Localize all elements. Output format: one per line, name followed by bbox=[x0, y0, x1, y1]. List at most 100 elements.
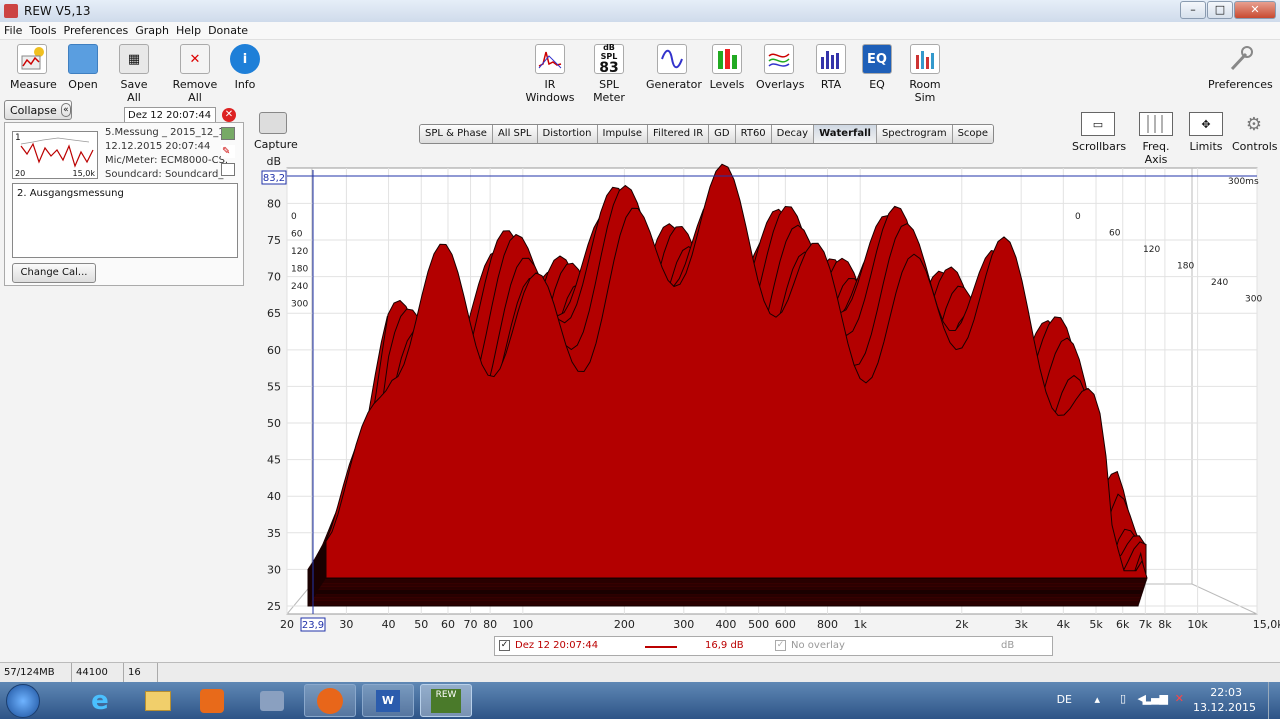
overlay-checkbox[interactable]: ✓ bbox=[775, 640, 786, 651]
calibration-icon[interactable] bbox=[221, 127, 235, 140]
waterfall-slice-27 bbox=[307, 401, 1139, 607]
tab-distortion[interactable]: Distortion bbox=[537, 125, 598, 143]
open-button[interactable]: Open bbox=[66, 44, 100, 91]
x-tick-label-10: 400 bbox=[715, 618, 736, 631]
start-button[interactable] bbox=[6, 684, 40, 718]
freq-axis-button[interactable]: Freq. Axis bbox=[1130, 112, 1182, 166]
maximize-button[interactable]: □ bbox=[1207, 1, 1233, 19]
limits-button[interactable]: ✥ Limits bbox=[1188, 112, 1224, 153]
x-tick-label-20: 7k bbox=[1139, 618, 1153, 631]
tray-alert-icon[interactable]: ✕ bbox=[1175, 692, 1184, 705]
collapse-button[interactable]: Collapse « bbox=[4, 100, 72, 120]
tab-waterfall[interactable]: Waterfall bbox=[814, 125, 877, 143]
save-all-button[interactable]: ▦ Save All bbox=[114, 44, 154, 104]
freq-axis-label: Freq. Axis bbox=[1142, 140, 1170, 166]
measure-button[interactable]: Measure bbox=[10, 44, 57, 91]
tab-gd[interactable]: GD bbox=[709, 125, 736, 143]
language-indicator[interactable]: DE bbox=[1057, 693, 1072, 706]
explorer-folder-icon[interactable] bbox=[132, 684, 184, 717]
menu-help[interactable]: Help bbox=[176, 24, 201, 37]
pen-icon[interactable]: ✎ bbox=[221, 145, 235, 158]
generator-button[interactable]: Generator bbox=[646, 44, 702, 91]
tab-scope[interactable]: Scope bbox=[952, 125, 994, 143]
capture-button[interactable]: Capture bbox=[254, 112, 298, 151]
info-button[interactable]: i Info bbox=[230, 44, 260, 91]
status-bar: 57/124MB 44100 Hz 16 Bit bbox=[0, 662, 1280, 698]
eq-icon: EQ bbox=[862, 44, 892, 74]
main-toolbar: Measure Open ▦ Save All ✕ Remove All i I… bbox=[0, 40, 1280, 105]
notes-icon[interactable] bbox=[221, 163, 235, 176]
wrench-icon bbox=[1225, 44, 1255, 74]
levels-button[interactable]: Levels bbox=[708, 44, 746, 91]
tab-rt60[interactable]: RT60 bbox=[735, 125, 772, 143]
waterfall-slice-8 bbox=[320, 245, 1145, 587]
remove-all-button[interactable]: ✕ Remove All bbox=[168, 44, 222, 104]
tab-all-spl[interactable]: All SPL bbox=[492, 125, 538, 143]
rta-button[interactable]: RTA bbox=[816, 44, 846, 91]
x-tick-label-0: 20 bbox=[280, 618, 294, 631]
menu-tools[interactable]: Tools bbox=[29, 24, 56, 37]
controls-label: Controls bbox=[1232, 140, 1278, 153]
measurement-thumbnail[interactable]: 1 20 15,0k bbox=[12, 131, 98, 179]
firefox-icon[interactable] bbox=[304, 684, 356, 717]
tray-arrow-icon[interactable]: ▴ bbox=[1094, 693, 1100, 706]
measure-label: Measure bbox=[10, 78, 57, 91]
word-icon[interactable]: W bbox=[362, 684, 414, 717]
room-sim-label: Room Sim bbox=[909, 78, 941, 104]
change-cal-button[interactable]: Change Cal... bbox=[12, 263, 96, 283]
cursor-x-box bbox=[300, 617, 326, 632]
series-checkbox[interactable]: ✓ bbox=[499, 640, 510, 651]
waterfall-slice-5 bbox=[322, 208, 1146, 584]
preferences-button[interactable]: Preferences bbox=[1208, 44, 1273, 91]
menu-file[interactable]: File bbox=[4, 24, 22, 37]
clock-date[interactable]: 13.12.2015 bbox=[1193, 701, 1256, 714]
x-tick-label-1: 30 bbox=[339, 618, 353, 631]
waterfall-slice-26 bbox=[308, 397, 1139, 606]
bit-depth-status: 16 Bit bbox=[124, 663, 158, 698]
tab-spl-phase[interactable]: SPL & Phase bbox=[420, 125, 493, 143]
network-tool-icon[interactable] bbox=[246, 684, 298, 717]
x-tick-label-17: 4k bbox=[1057, 618, 1071, 631]
internet-explorer-icon[interactable]: e bbox=[74, 684, 126, 717]
measurement-soundcard: Soundcard: Soundcard_ bbox=[105, 169, 224, 180]
close-button[interactable]: ✕ bbox=[1234, 1, 1276, 19]
y-tick-label-0: 80 bbox=[267, 197, 281, 210]
rew-taskbar-icon[interactable]: REW bbox=[420, 684, 472, 717]
x-tick-label-23: 15,0k Hz bbox=[1253, 618, 1280, 631]
waterfall-slice-23 bbox=[310, 371, 1140, 603]
tab-decay[interactable]: Decay bbox=[771, 125, 815, 143]
menu-graph[interactable]: Graph bbox=[135, 24, 169, 37]
waterfall-slice-25 bbox=[308, 380, 1140, 605]
ir-windows-icon bbox=[535, 44, 565, 74]
eq-button[interactable]: EQ EQ bbox=[862, 44, 892, 91]
measurement-notes[interactable]: 2. Ausgangsmessung bbox=[12, 183, 238, 258]
scrollbars-button[interactable]: ▭ Scrollbars bbox=[1072, 112, 1126, 153]
waterfall-slice-9 bbox=[319, 255, 1145, 588]
battery-icon[interactable]: ▯ bbox=[1120, 692, 1126, 705]
x-tick-label-11: 500 bbox=[748, 618, 769, 631]
y-tick-label-2: 70 bbox=[267, 271, 281, 284]
menu-donate[interactable]: Donate bbox=[208, 24, 248, 37]
overlays-button[interactable]: Overlays bbox=[756, 44, 805, 91]
tab-impulse[interactable]: Impulse bbox=[597, 125, 649, 143]
tab-spectrogram[interactable]: Spectrogram bbox=[876, 125, 953, 143]
delete-measurement-icon[interactable]: ✕ bbox=[222, 108, 236, 122]
spl-meter-label: SPL Meter bbox=[593, 78, 625, 104]
media-player-icon[interactable] bbox=[186, 684, 238, 717]
show-desktop-button[interactable] bbox=[1268, 682, 1280, 719]
minimize-button[interactable]: – bbox=[1180, 1, 1206, 19]
ir-windows-button[interactable]: IR Windows bbox=[520, 44, 580, 104]
graph-tabs: SPL & Phase All SPL Distortion Impulse F… bbox=[419, 124, 995, 144]
x-tick-label-12: 600 bbox=[775, 618, 796, 631]
menu-preferences[interactable]: Preferences bbox=[64, 24, 129, 37]
info-icon: i bbox=[230, 44, 260, 74]
clock-time[interactable]: 22:03 bbox=[1210, 686, 1242, 699]
collapse-label: Collapse bbox=[10, 103, 57, 117]
room-sim-button[interactable]: Room Sim bbox=[900, 44, 950, 104]
controls-button[interactable]: ⚙ Controls bbox=[1232, 112, 1278, 154]
tab-filtered-ir[interactable]: Filtered IR bbox=[648, 125, 710, 143]
spl-meter-button[interactable]: dB SPL 83 SPL Meter bbox=[584, 43, 634, 105]
generator-label: Generator bbox=[646, 78, 702, 91]
measurement-mic: Mic/Meter: ECM8000-CS. bbox=[105, 155, 229, 166]
network-icon[interactable]: ▂▄▆ bbox=[1143, 692, 1168, 705]
